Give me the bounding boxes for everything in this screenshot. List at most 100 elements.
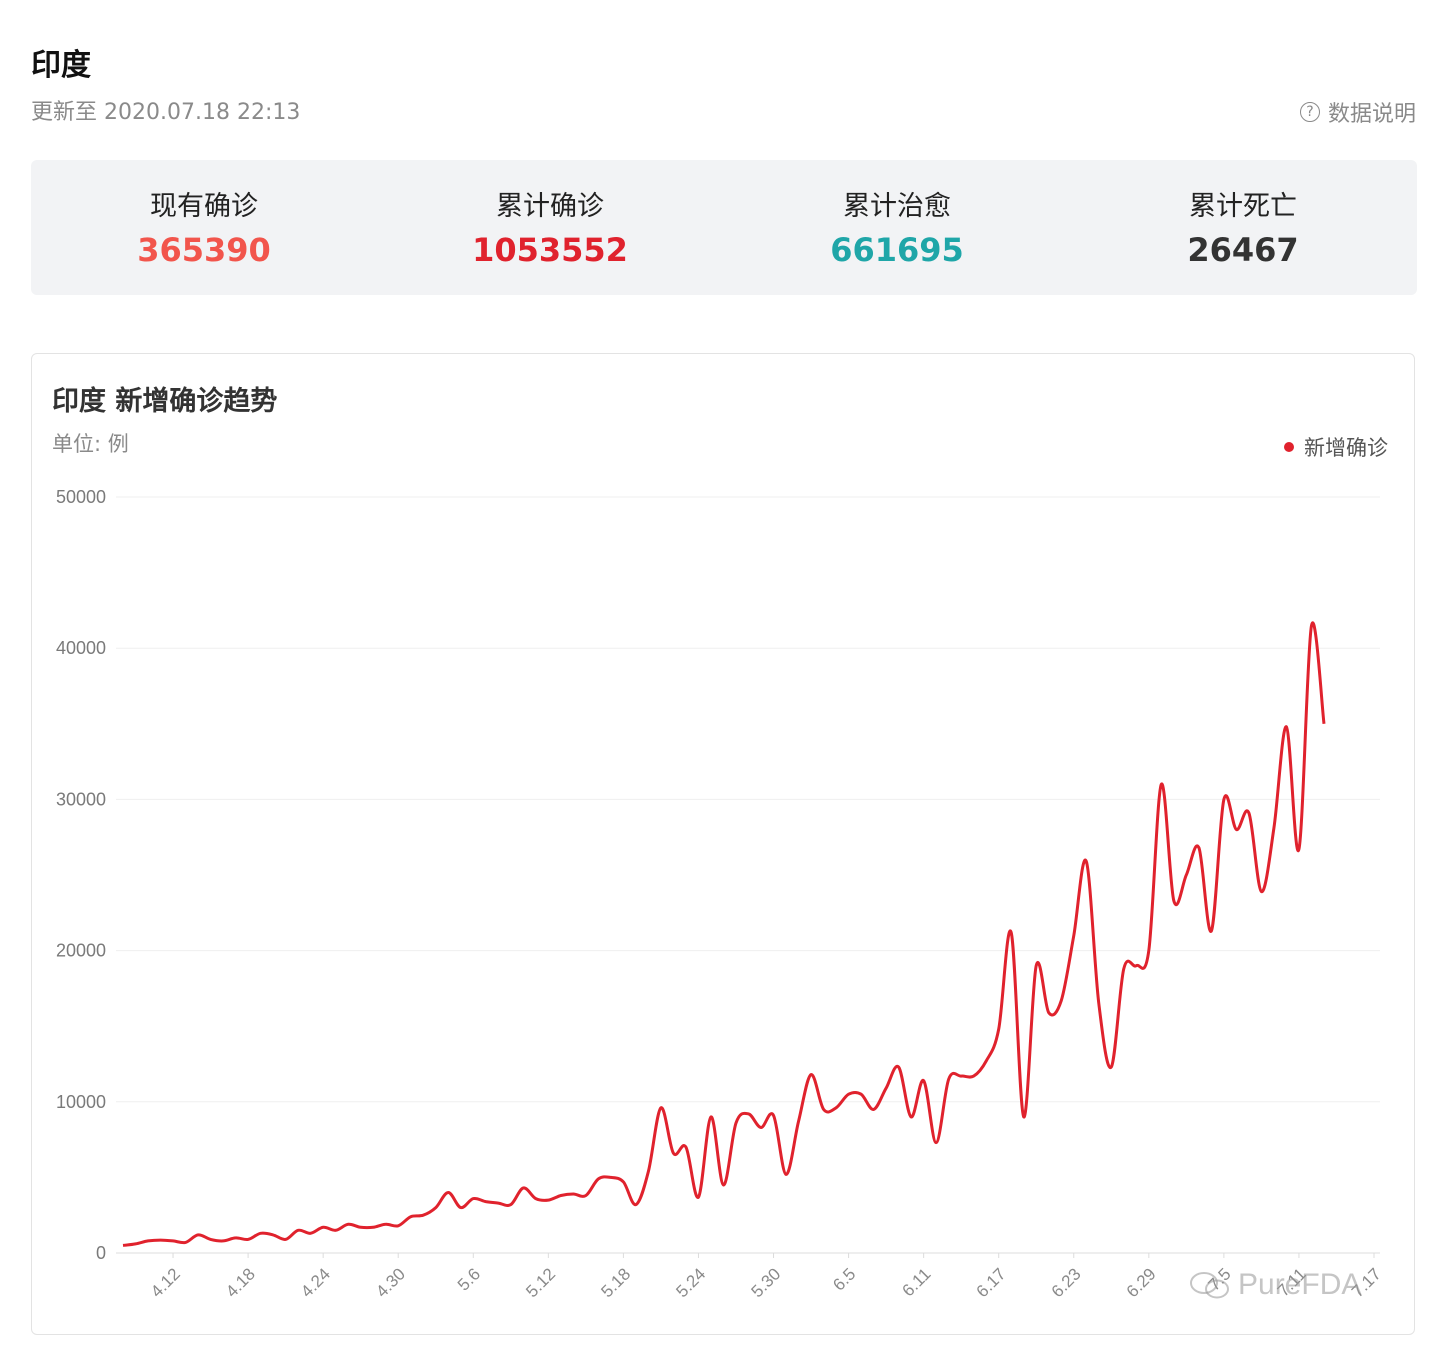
data-point[interactable]: [782, 1170, 790, 1178]
data-point[interactable]: [1032, 962, 1040, 970]
data-point[interactable]: [1282, 723, 1290, 731]
data-point[interactable]: [569, 1190, 577, 1198]
data-point[interactable]: [269, 1231, 277, 1239]
data-point[interactable]: [1020, 1113, 1028, 1121]
data-point[interactable]: [207, 1235, 215, 1243]
data-point[interactable]: [982, 1057, 990, 1065]
data-point[interactable]: [282, 1235, 290, 1243]
data-point[interactable]: [945, 1075, 953, 1083]
watermark-text: PureFDA: [1238, 1268, 1362, 1301]
data-point[interactable]: [907, 1113, 915, 1121]
data-point[interactable]: [432, 1204, 440, 1212]
data-point[interactable]: [307, 1229, 315, 1237]
data-point[interactable]: [444, 1189, 452, 1197]
data-point[interactable]: [832, 1104, 840, 1112]
data-point[interactable]: [920, 1077, 928, 1085]
data-point[interactable]: [1070, 931, 1078, 939]
data-point[interactable]: [182, 1238, 190, 1246]
data-point[interactable]: [807, 1071, 815, 1079]
data-point[interactable]: [957, 1072, 965, 1080]
data-point[interactable]: [344, 1220, 352, 1228]
data-point[interactable]: [632, 1201, 640, 1209]
data-point[interactable]: [457, 1204, 465, 1212]
data-point[interactable]: [1232, 826, 1240, 834]
data-point[interactable]: [119, 1241, 127, 1249]
data-point[interactable]: [1145, 947, 1153, 955]
data-point[interactable]: [1007, 928, 1015, 936]
data-point[interactable]: [770, 1111, 778, 1119]
data-point[interactable]: [369, 1223, 377, 1231]
data-point[interactable]: [232, 1234, 240, 1242]
data-point[interactable]: [257, 1229, 265, 1237]
data-point[interactable]: [582, 1192, 590, 1200]
data-point[interactable]: [544, 1196, 552, 1204]
data-point[interactable]: [219, 1237, 227, 1245]
data-point[interactable]: [469, 1195, 477, 1203]
data-point[interactable]: [1295, 845, 1303, 853]
data-point[interactable]: [1182, 871, 1190, 879]
data-point[interactable]: [682, 1143, 690, 1151]
data-point[interactable]: [1195, 844, 1203, 852]
data-point[interactable]: [845, 1090, 853, 1098]
data-point[interactable]: [557, 1192, 565, 1200]
data-point[interactable]: [394, 1222, 402, 1230]
data-point[interactable]: [719, 1181, 727, 1189]
data-point[interactable]: [644, 1167, 652, 1175]
data-point[interactable]: [1320, 720, 1328, 728]
data-point[interactable]: [294, 1226, 302, 1234]
data-point[interactable]: [995, 1025, 1003, 1033]
data-point[interactable]: [1132, 962, 1140, 970]
data-point[interactable]: [194, 1231, 202, 1239]
data-point[interactable]: [857, 1090, 865, 1098]
data-point[interactable]: [419, 1211, 427, 1219]
data-point[interactable]: [820, 1105, 828, 1113]
data-point[interactable]: [507, 1201, 515, 1209]
data-point[interactable]: [1107, 1063, 1115, 1071]
data-point[interactable]: [1120, 965, 1128, 973]
data-point[interactable]: [519, 1184, 527, 1192]
data-point[interactable]: [607, 1173, 615, 1181]
data-point[interactable]: [144, 1237, 152, 1245]
data-point[interactable]: [932, 1139, 940, 1147]
data-point[interactable]: [594, 1175, 602, 1183]
data-point[interactable]: [1082, 857, 1090, 865]
data-point[interactable]: [1307, 622, 1315, 630]
data-point[interactable]: [757, 1124, 765, 1132]
data-point[interactable]: [882, 1084, 890, 1092]
data-point[interactable]: [669, 1149, 677, 1157]
data-point[interactable]: [132, 1240, 140, 1248]
data-point[interactable]: [745, 1110, 753, 1118]
data-point[interactable]: [244, 1235, 252, 1243]
data-point[interactable]: [157, 1236, 165, 1244]
data-point[interactable]: [1057, 996, 1065, 1004]
x-tick-label: 6.23: [1048, 1264, 1085, 1301]
data-point[interactable]: [1257, 888, 1265, 896]
data-point[interactable]: [694, 1193, 702, 1201]
data-point[interactable]: [657, 1104, 665, 1112]
data-point[interactable]: [407, 1213, 415, 1221]
data-point[interactable]: [1170, 897, 1178, 905]
data-point[interactable]: [1095, 1000, 1103, 1008]
data-point[interactable]: [382, 1220, 390, 1228]
data-point[interactable]: [970, 1072, 978, 1080]
data-point[interactable]: [1157, 780, 1165, 788]
data-point[interactable]: [169, 1237, 177, 1245]
data-point[interactable]: [482, 1198, 490, 1206]
data-point[interactable]: [795, 1117, 803, 1125]
data-point[interactable]: [1245, 809, 1253, 817]
data-point[interactable]: [1207, 927, 1215, 935]
data-point[interactable]: [895, 1063, 903, 1071]
data-point[interactable]: [532, 1195, 540, 1203]
data-point[interactable]: [494, 1199, 502, 1207]
data-point[interactable]: [732, 1119, 740, 1127]
watermark: PureFDA: [1188, 1268, 1361, 1302]
data-point[interactable]: [357, 1223, 365, 1231]
data-point[interactable]: [319, 1223, 327, 1231]
data-point[interactable]: [332, 1226, 340, 1234]
data-point[interactable]: [1220, 795, 1228, 803]
data-point[interactable]: [707, 1113, 715, 1121]
data-point[interactable]: [619, 1178, 627, 1186]
data-point[interactable]: [1270, 824, 1278, 832]
data-point[interactable]: [1045, 1009, 1053, 1017]
data-point[interactable]: [870, 1105, 878, 1113]
